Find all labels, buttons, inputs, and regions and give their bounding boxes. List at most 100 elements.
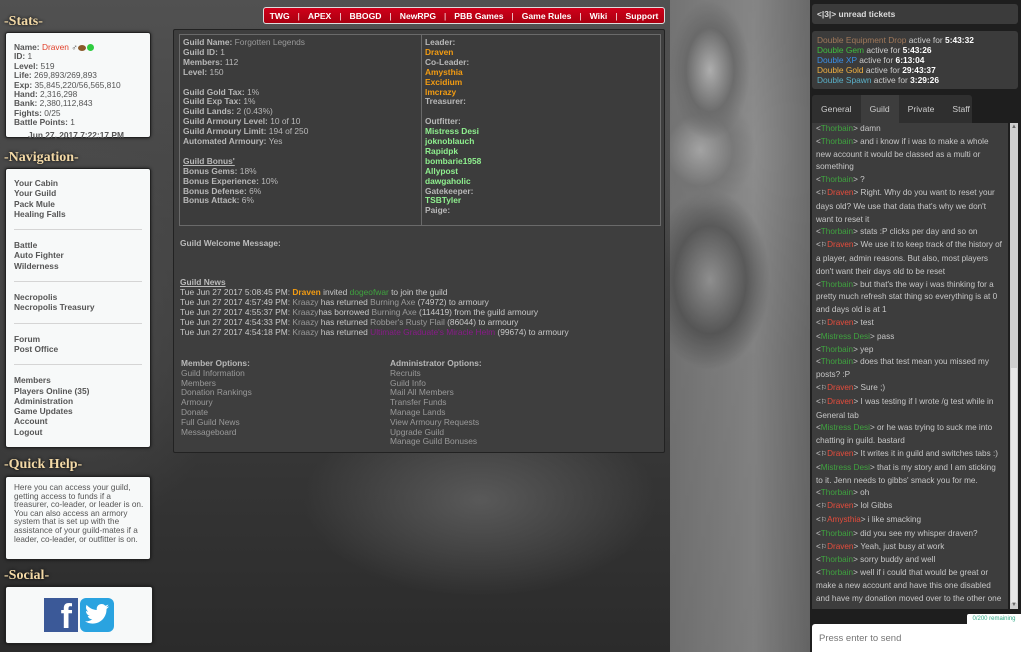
guild-bonus: Bonus Attack: 6% bbox=[183, 196, 419, 206]
nav-link-your-cabin[interactable]: Your Cabin bbox=[14, 178, 150, 188]
chat-username[interactable]: Draven bbox=[827, 501, 853, 510]
guild-news: Guild News Tue Jun 27 2017 5:08:45 PM: Dr… bbox=[180, 277, 569, 337]
member-link[interactable]: TSBTyler bbox=[425, 196, 657, 206]
guild-basic-value: 1 bbox=[220, 46, 225, 57]
nav-link-players-online-35[interactable]: Players Online (35) bbox=[14, 386, 150, 396]
guild-setting-label: Guild Armoury Level: bbox=[183, 116, 268, 127]
nav-link-pack-mule[interactable]: Pack Mule bbox=[14, 199, 150, 209]
top-menu-wiki[interactable]: Wiki bbox=[590, 11, 608, 21]
scroll-down-arrow-icon[interactable]: ▼ bbox=[1011, 601, 1017, 609]
top-menu-pbb-games[interactable]: PBB Games bbox=[454, 11, 503, 21]
member-link[interactable]: joknoblauch bbox=[425, 136, 657, 147]
top-menu-bbogd[interactable]: BBOGD bbox=[350, 11, 382, 21]
chat-username[interactable]: Thorbain bbox=[821, 124, 853, 133]
nav-link-your-guild[interactable]: Your Guild bbox=[14, 188, 150, 198]
chat-tab-general[interactable]: General bbox=[812, 95, 861, 123]
chat-input[interactable] bbox=[812, 624, 1021, 652]
news-item[interactable]: Robber's Rusty Flail bbox=[370, 317, 445, 327]
member-link[interactable]: Excidium bbox=[425, 77, 657, 88]
guild-bonus-value: 18% bbox=[239, 165, 257, 176]
news-actor[interactable]: Kraazy bbox=[292, 327, 318, 337]
news-actor[interactable]: Kraazy bbox=[292, 307, 318, 317]
chat-username[interactable]: Thorbain bbox=[821, 488, 853, 497]
player-name[interactable]: Draven bbox=[42, 42, 69, 52]
chat-username[interactable]: Thorbain bbox=[821, 227, 853, 236]
news-target[interactable]: dogeofwar bbox=[350, 287, 389, 297]
menu-separator: | bbox=[389, 10, 392, 21]
menu-separator: | bbox=[615, 10, 618, 21]
chat-message: <Thorbain> does that test mean you misse… bbox=[816, 357, 989, 380]
member-link[interactable]: bombarie1958 bbox=[425, 156, 657, 167]
chat-username[interactable]: Draven bbox=[827, 240, 853, 249]
nav-link-members[interactable]: Members bbox=[14, 375, 150, 385]
chat-username[interactable]: Mistress Desi bbox=[821, 332, 870, 341]
twitter-icon[interactable] bbox=[80, 598, 114, 632]
chat-username[interactable]: Thorbain bbox=[821, 137, 853, 146]
chat-username[interactable]: Draven bbox=[827, 188, 853, 197]
event-timer: 6:13:04 bbox=[895, 55, 925, 65]
chat-username[interactable]: Thorbain bbox=[821, 529, 853, 538]
guild-setting-label: Guild Lands: bbox=[183, 106, 235, 117]
top-menu-newrpg[interactable]: NewRPG bbox=[400, 11, 436, 21]
guild-info-table: Guild Name: Forgotten Legends Guild ID: 1… bbox=[179, 34, 661, 226]
chat-username[interactable]: Draven bbox=[827, 318, 853, 327]
top-menu-twg[interactable]: TWG bbox=[270, 11, 290, 21]
nav-link-game-updates[interactable]: Game Updates bbox=[14, 406, 150, 416]
chat-username[interactable]: Draven bbox=[827, 383, 853, 392]
nav-link-auto-fighter[interactable]: Auto Fighter bbox=[14, 250, 150, 260]
top-menu-bar: TWG | APEX | BBOGD | NewRPG | PBB Games | Game Rul… bbox=[263, 7, 665, 24]
top-menu-apex[interactable]: APEX bbox=[308, 11, 331, 21]
chat-username[interactable]: Draven bbox=[827, 397, 853, 406]
guild-bonus-label: Bonus Experience: bbox=[183, 175, 259, 186]
scrollbar-thumb[interactable] bbox=[1011, 368, 1017, 603]
facebook-icon[interactable]: f bbox=[44, 598, 78, 634]
nav-link-wilderness[interactable]: Wilderness bbox=[14, 261, 150, 271]
nav-link-battle[interactable]: Battle bbox=[14, 240, 150, 250]
chat-username[interactable]: Thorbain bbox=[821, 555, 853, 564]
guild-basic-value: 112 bbox=[224, 56, 239, 67]
chat-username[interactable]: Mistress Desi bbox=[821, 463, 870, 472]
news-item[interactable]: Burning Axe bbox=[370, 297, 415, 307]
top-menu-game-rules[interactable]: Game Rules bbox=[522, 11, 572, 21]
chat-username[interactable]: Thorbain bbox=[821, 568, 853, 577]
chat-tab-guild[interactable]: Guild bbox=[860, 95, 899, 123]
news-actor[interactable]: Kraazy bbox=[292, 297, 318, 307]
nav-link-administration[interactable]: Administration bbox=[14, 396, 150, 406]
news-actor[interactable]: Draven bbox=[292, 287, 320, 297]
top-menu-support[interactable]: Support bbox=[625, 11, 658, 21]
guild-basic-label: Level: bbox=[183, 66, 208, 77]
news-item[interactable]: Burning Axe bbox=[372, 307, 417, 317]
nav-link-necropolis[interactable]: Necropolis bbox=[14, 292, 150, 302]
nav-link-necropolis-treasury[interactable]: Necropolis Treasury bbox=[14, 302, 150, 312]
chat-message: <⚐Draven> lol Gibbs bbox=[816, 501, 893, 511]
chat-username[interactable]: Amysthia bbox=[827, 515, 861, 524]
nav-link-account[interactable]: Account bbox=[14, 416, 150, 426]
event-name: Double Spawn bbox=[817, 75, 872, 85]
chat-username[interactable]: Mistress Desi bbox=[821, 423, 870, 432]
chat-message: <Thorbain> damn bbox=[816, 124, 881, 133]
chat-username[interactable]: Thorbain bbox=[821, 357, 853, 366]
nav-link-logout[interactable]: Logout bbox=[14, 427, 150, 437]
scroll-up-arrow-icon[interactable]: ▲ bbox=[1011, 123, 1017, 131]
nav-link-healing-falls[interactable]: Healing Falls bbox=[14, 209, 150, 219]
event-line: Double Gem active for 5:43:26 bbox=[817, 45, 932, 55]
football-icon bbox=[77, 44, 86, 51]
chat-scrollbar[interactable]: ▲ ▼ bbox=[1010, 123, 1018, 609]
chat-tabs: General Guild Private Staff bbox=[812, 95, 972, 123]
guild-basic-value: 150 bbox=[209, 66, 224, 77]
admin-option-link[interactable]: Manage Guild Bonuses bbox=[390, 437, 482, 447]
chat-username[interactable]: Draven bbox=[827, 449, 853, 458]
chat-username[interactable]: Thorbain bbox=[821, 345, 853, 354]
chat-username[interactable]: Thorbain bbox=[821, 280, 853, 289]
nav-link-post-office[interactable]: Post Office bbox=[14, 344, 150, 354]
news-actor[interactable]: Kraazy bbox=[292, 317, 318, 327]
unread-tickets[interactable]: <|3|> unread tickets bbox=[812, 4, 1018, 24]
chat-username[interactable]: Thorbain bbox=[821, 175, 853, 184]
chat-tab-private[interactable]: Private bbox=[899, 95, 944, 123]
chat-username[interactable]: Draven bbox=[827, 542, 853, 551]
member-option-link[interactable]: Messageboard bbox=[181, 427, 252, 438]
nav-divider bbox=[14, 229, 142, 231]
news-item[interactable]: Ultimate Graduate's Miracle Helm bbox=[370, 327, 495, 337]
nav-link-forum[interactable]: Forum bbox=[14, 334, 150, 344]
chat-tab-staff[interactable]: Staff bbox=[943, 95, 979, 123]
